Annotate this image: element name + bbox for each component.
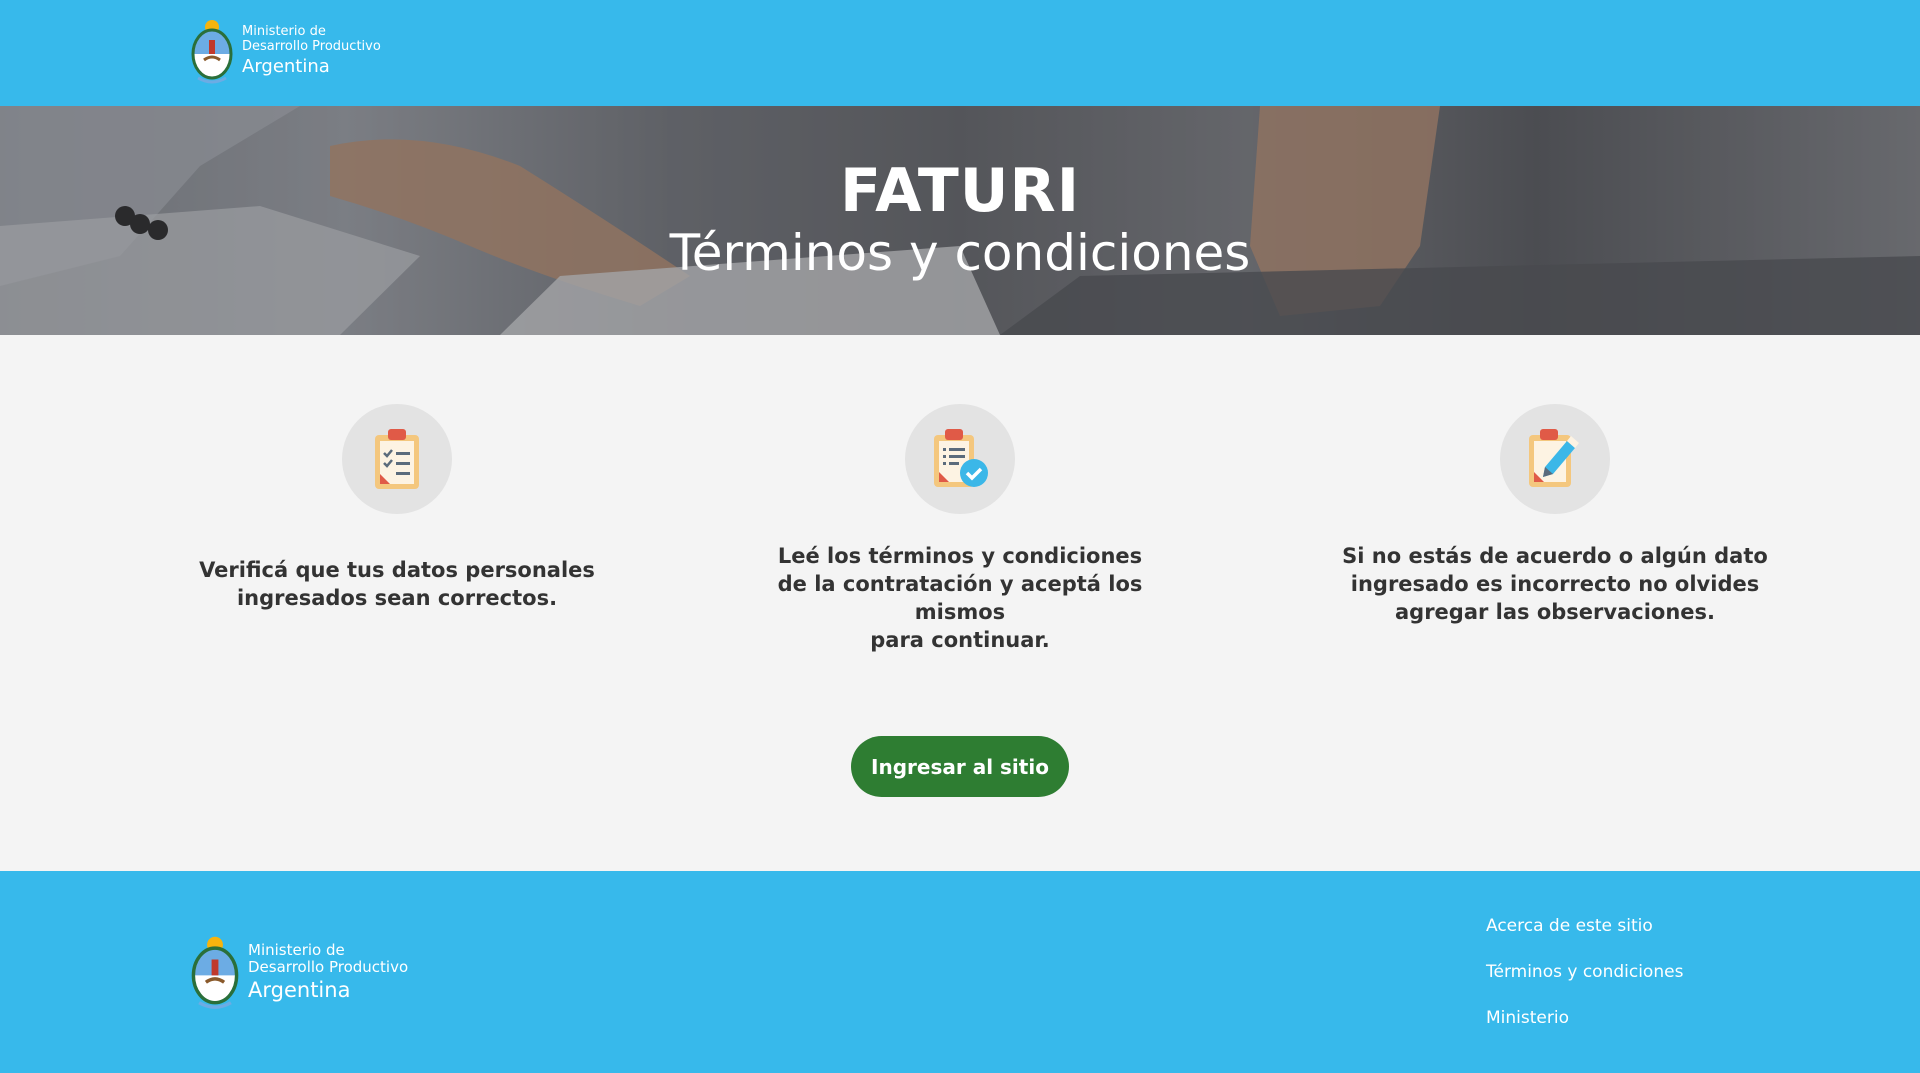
checklist-clipboard-icon xyxy=(375,429,419,489)
logo-line-1: Ministerio de xyxy=(248,940,345,959)
step-text-line: Leé los términos y condiciones xyxy=(777,544,1143,568)
step-description: Leé los términos y condiciones de la con… xyxy=(740,542,1180,654)
footer-nav: Acerca de este sitio Términos y condicio… xyxy=(1486,915,1683,1053)
site-header: Ministerio de Desarrollo Productivo Arge… xyxy=(0,0,1920,106)
step-add-observations: Si no estás de acuerdo o algún dato ingr… xyxy=(1335,404,1775,624)
logo-line-2: Desarrollo Productivo xyxy=(248,957,409,976)
argentina-crest-icon xyxy=(191,20,233,84)
enter-site-button[interactable]: Ingresar al sitio xyxy=(851,736,1069,797)
logo-line-1: Ministerio de xyxy=(242,23,326,39)
step-icon-circle xyxy=(342,404,452,514)
step-text-line: ingresados sean correctos. xyxy=(236,586,558,610)
page-subtitle: Términos y condiciones xyxy=(669,224,1251,282)
header-logo[interactable]: Ministerio de Desarrollo Productivo Arge… xyxy=(190,18,381,84)
hero-banner: FATURI Términos y condiciones xyxy=(0,106,1920,335)
footer-link-ministry[interactable]: Ministerio xyxy=(1486,1007,1683,1053)
logo-line-2: Desarrollo Productivo xyxy=(242,38,381,54)
step-verify-data: Verificá que tus datos personales ingres… xyxy=(182,404,612,610)
footer-link-about[interactable]: Acerca de este sitio xyxy=(1486,915,1683,961)
page-title: FATURI xyxy=(839,156,1081,226)
step-text-line: agregar las observaciones. xyxy=(1394,600,1715,624)
step-text-line: Si no estás de acuerdo o algún dato xyxy=(1342,544,1768,568)
footer-logo[interactable]: Ministerio de Desarrollo Productivo Arge… xyxy=(190,933,408,1011)
step-read-terms: Leé los términos y condiciones de la con… xyxy=(740,404,1180,652)
step-description: Verificá que tus datos personales ingres… xyxy=(182,556,612,612)
step-text-line: Verificá que tus datos personales xyxy=(199,558,595,582)
step-description: Si no estás de acuerdo o algún dato ingr… xyxy=(1335,542,1775,626)
site-footer: Ministerio de Desarrollo Productivo Arge… xyxy=(0,871,1920,1073)
footer-link-terms[interactable]: Términos y condiciones xyxy=(1486,961,1683,1007)
argentina-crest-icon xyxy=(191,936,239,1009)
clipboard-check-icon xyxy=(934,429,988,487)
clipboard-edit-icon xyxy=(1529,429,1579,487)
step-text-line: ingresado es incorrecto no olvides xyxy=(1350,572,1760,596)
step-icon-circle xyxy=(1500,404,1610,514)
step-text-line: para continuar. xyxy=(870,628,1050,652)
step-icon-circle xyxy=(905,404,1015,514)
step-text-line: de la contratación y aceptá los mismos xyxy=(777,572,1143,624)
logo-line-3: Argentina xyxy=(248,978,351,1003)
logo-line-3: Argentina xyxy=(242,55,330,77)
